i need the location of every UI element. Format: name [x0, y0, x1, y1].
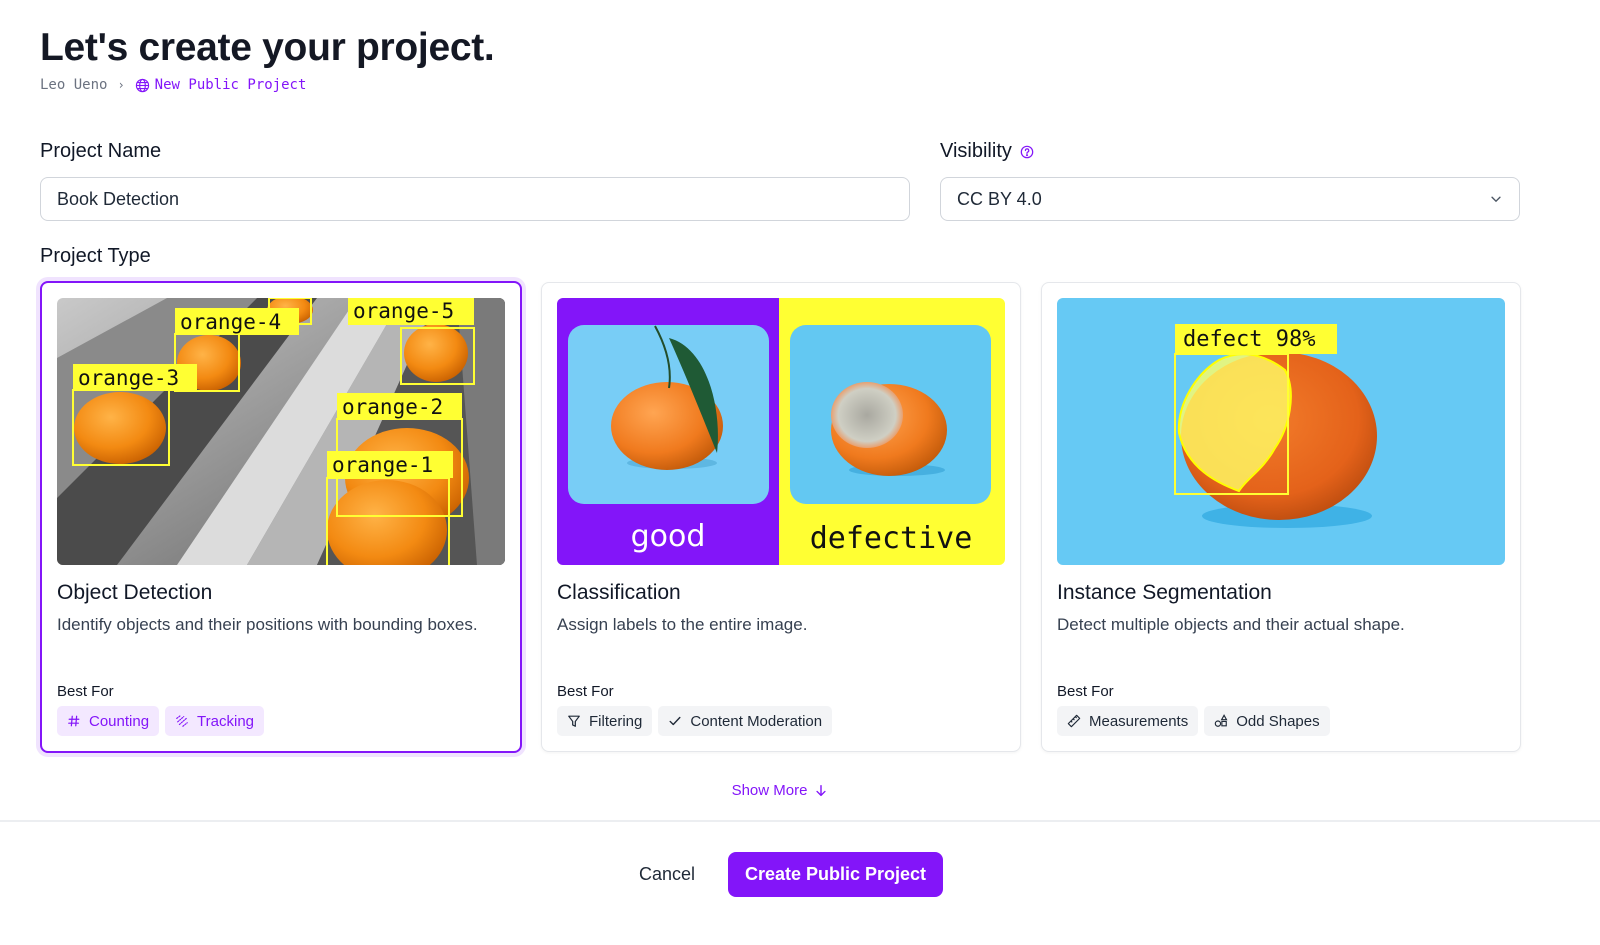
show-more-link-row: Show More	[0, 782, 1560, 799]
card-title: Instance Segmentation	[1057, 581, 1272, 604]
label-orange-1: orange-1	[332, 453, 433, 477]
cancel-button[interactable]: Cancel	[620, 852, 714, 896]
filter-icon	[568, 715, 580, 727]
card-description: Identify objects and their positions wit…	[57, 615, 478, 634]
chip-content-moderation: Content Moderation	[658, 706, 833, 736]
best-for-chips: Measurements Odd Shapes	[1057, 706, 1330, 736]
show-more-button[interactable]: Show More	[732, 782, 829, 799]
shapes-icon	[1214, 714, 1228, 727]
show-more-label: Show More	[731, 782, 808, 799]
project-name-label: Project Name	[40, 140, 162, 162]
visibility-label: Visibility	[940, 140, 1012, 162]
breadcrumb-current: New Public Project	[154, 77, 307, 93]
orange-5-fruit	[404, 324, 468, 382]
breadcrumb-separator: ›	[117, 78, 125, 92]
page-title: Let's create your project.	[40, 26, 495, 69]
chip-label: Counting	[89, 712, 150, 730]
globe-icon	[135, 78, 149, 92]
project-type-card-instance-segmentation[interactable]: defect 98% Instance Segmentation Detect …	[1041, 282, 1521, 752]
card-title: Classification	[557, 581, 681, 604]
visibility-selected-value: CC BY 4.0	[957, 188, 1042, 209]
best-for-chips: Counting Tracking	[57, 706, 265, 736]
classification-illustration: good defective	[557, 298, 1005, 565]
label-orange-5: orange-5	[353, 299, 454, 323]
project-type-card-object-detection[interactable]: orange-3 orange-4 orange-5 orange-2 oran…	[40, 281, 522, 753]
create-public-project-button[interactable]: Create Public Project	[728, 852, 943, 897]
best-for-label: Best For	[557, 683, 614, 700]
label-orange-3: orange-3	[78, 366, 179, 390]
orange-3-fruit	[74, 392, 166, 464]
chevron-down-icon	[1491, 196, 1501, 203]
breadcrumb-owner[interactable]: Leo Ueno	[40, 77, 107, 93]
chip-counting: Counting	[57, 706, 160, 736]
arrow-down-icon	[816, 784, 827, 796]
mold-patch	[831, 382, 903, 448]
label-defect: defect 98%	[1183, 327, 1315, 352]
label-orange-2: orange-2	[342, 395, 443, 419]
project-type-card-classification[interactable]: good defective Classification Assign lab…	[541, 282, 1021, 752]
chip-label: Odd Shapes	[1236, 712, 1320, 730]
tracking-icon	[176, 715, 188, 727]
object-detection-illustration: orange-3 orange-4 orange-5 orange-2 oran…	[57, 298, 505, 565]
best-for-label: Best For	[1057, 683, 1114, 700]
footer-divider	[0, 820, 1600, 822]
help-circle-icon[interactable]	[1020, 145, 1034, 159]
check-icon	[669, 716, 681, 726]
chip-tracking: Tracking	[165, 706, 265, 736]
best-for-chips: Filtering Content Moderation	[557, 706, 833, 736]
chip-measurements: Measurements	[1057, 706, 1199, 736]
label-good: good	[631, 519, 706, 554]
project-type-label: Project Type	[40, 245, 151, 267]
visibility-label-row: Visibility	[940, 140, 1034, 163]
card-description: Assign labels to the entire image.	[557, 615, 808, 634]
chip-label: Measurements	[1089, 712, 1189, 730]
chip-label: Tracking	[197, 712, 255, 730]
project-name-input[interactable]	[40, 177, 910, 221]
chip-label: Content Moderation	[690, 712, 823, 730]
chip-label: Filtering	[589, 712, 643, 730]
label-orange-4: orange-4	[180, 310, 281, 334]
card-description: Detect multiple objects and their actual…	[1057, 615, 1405, 634]
ruler-icon	[1067, 714, 1081, 728]
chip-filtering: Filtering	[557, 706, 653, 736]
visibility-select[interactable]: CC BY 4.0	[940, 177, 1520, 221]
hash-icon	[68, 715, 80, 727]
instance-segmentation-illustration: defect 98%	[1057, 298, 1505, 565]
chip-odd-shapes: Odd Shapes	[1204, 706, 1330, 736]
breadcrumb: Leo Ueno › New Public Project	[40, 77, 306, 93]
label-defective: defective	[810, 521, 973, 556]
best-for-label: Best For	[57, 683, 114, 700]
card-title: Object Detection	[57, 581, 213, 604]
